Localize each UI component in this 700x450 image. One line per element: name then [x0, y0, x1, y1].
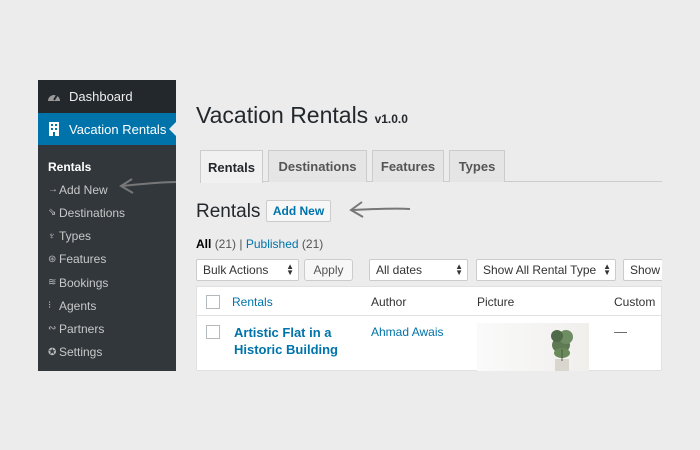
row-author-link[interactable]: Ahmad Awais — [371, 325, 444, 339]
view-all-count: (21) — [214, 237, 237, 251]
submenu-item-partners[interactable]: ∾ Partners — [38, 317, 176, 340]
type-icon: ♆ — [48, 230, 56, 242]
more-filter-value: Show — [630, 263, 661, 277]
submenu-item-destinations[interactable]: ⇘ Destinations — [38, 201, 176, 224]
building-icon — [49, 122, 59, 136]
column-header-picture: Picture — [477, 295, 515, 309]
tab-rentals[interactable]: Rentals — [200, 150, 263, 183]
table-header: Rentals Author Picture Custom — [197, 287, 661, 316]
menu-item-vacation-rentals-label: Vacation Rentals — [69, 121, 167, 137]
destination-icon: ⇘ — [48, 207, 57, 219]
partner-icon: ∾ — [48, 323, 57, 335]
settings-icon: ✪ — [48, 346, 57, 358]
submenu-label: Features — [59, 252, 107, 267]
submenu-item-agents[interactable]: ⁝ Agents — [38, 294, 176, 317]
submenu-label: Settings — [59, 345, 103, 360]
main-content: Vacation Rentals v1.0.0 Rentals Destinat… — [196, 80, 662, 371]
submenu-label: Rentals — [48, 159, 92, 174]
submenu-item-settings[interactable]: ✪ Settings — [38, 341, 176, 364]
menu-item-dashboard-label: Dashboard — [69, 89, 133, 104]
agent-icon: ⁝ — [48, 300, 52, 312]
date-filter-select[interactable]: All dates ▲ ▼ — [369, 259, 468, 281]
submenu-item-features[interactable]: ⊛ Features — [38, 248, 176, 271]
submenu-label: Agents — [59, 298, 97, 313]
submenu-item-types[interactable]: ♆ Types — [38, 225, 176, 248]
rental-type-value: Show All Rental Type — [483, 263, 597, 277]
rentals-table: Rentals Author Picture Custom Artistic F… — [196, 286, 662, 371]
nav-tabs: Rentals Destinations Features Types — [200, 150, 662, 183]
rental-thumbnail — [477, 323, 589, 371]
menu-item-vacation-rentals[interactable]: Vacation Rentals — [38, 113, 176, 145]
submenu-label: Types — [59, 229, 92, 244]
select-caret-icon: ▲ ▼ — [603, 262, 611, 277]
version-badge: v1.0.0 — [374, 112, 408, 126]
booking-icon: ≋ — [48, 277, 57, 289]
submenu-item-rentals[interactable]: Rentals — [38, 155, 176, 178]
submenu-item-bookings[interactable]: ≋ Bookings — [38, 271, 176, 294]
feature-icon: ⊛ — [48, 253, 57, 265]
view-published-count: (21) — [301, 237, 324, 251]
rental-type-select[interactable]: Show All Rental Type ▲ ▼ — [476, 259, 616, 281]
dashboard-icon — [48, 93, 60, 101]
row-custom-value: — — [614, 324, 627, 339]
view-all[interactable]: All — [196, 237, 211, 251]
submenu-label: Partners — [59, 321, 105, 336]
bulk-actions-select[interactable]: Bulk Actions ▲ ▼ — [196, 259, 299, 281]
submenu-label: Bookings — [59, 275, 109, 290]
submenu-label: Add New — [59, 182, 108, 197]
column-header-rentals[interactable]: Rentals — [232, 295, 273, 309]
hand-drawn-arrow-icon — [119, 178, 177, 194]
apply-button[interactable]: Apply — [304, 259, 353, 281]
view-filters: All (21) | Published (21) — [196, 237, 323, 251]
row-checkbox[interactable] — [206, 325, 220, 339]
add-new-button[interactable]: Add New — [266, 200, 331, 222]
page-title-text: Vacation Rentals — [196, 102, 369, 128]
more-filter-select[interactable]: Show — [623, 259, 662, 281]
column-header-custom: Custom — [614, 295, 656, 309]
section-title: Rentals — [196, 201, 261, 222]
date-filter-value: All dates — [376, 263, 423, 277]
select-caret-icon: ▲ ▼ — [286, 262, 294, 277]
arrow-icon: → — [48, 184, 58, 196]
tab-features[interactable]: Features — [372, 150, 444, 182]
submenu-label: Destinations — [59, 205, 126, 220]
row-title-link[interactable]: Artistic Flat in a Historic Building — [234, 324, 354, 358]
bulk-actions-value: Bulk Actions — [203, 263, 269, 277]
column-header-author: Author — [371, 295, 407, 309]
page-title: Vacation Rentals v1.0.0 — [196, 102, 408, 129]
plant-image — [551, 330, 573, 371]
tab-types[interactable]: Types — [449, 150, 505, 182]
view-separator: | — [239, 237, 243, 251]
select-all-checkbox[interactable] — [206, 295, 220, 309]
hand-drawn-arrow-icon — [349, 201, 411, 218]
tab-destinations[interactable]: Destinations — [268, 150, 367, 182]
admin-sidebar: Dashboard Vacation Rentals Rentals → Add … — [38, 80, 176, 371]
view-published[interactable]: Published — [246, 237, 299, 251]
select-caret-icon: ▲ ▼ — [455, 262, 463, 277]
menu-item-dashboard[interactable]: Dashboard — [38, 80, 176, 113]
